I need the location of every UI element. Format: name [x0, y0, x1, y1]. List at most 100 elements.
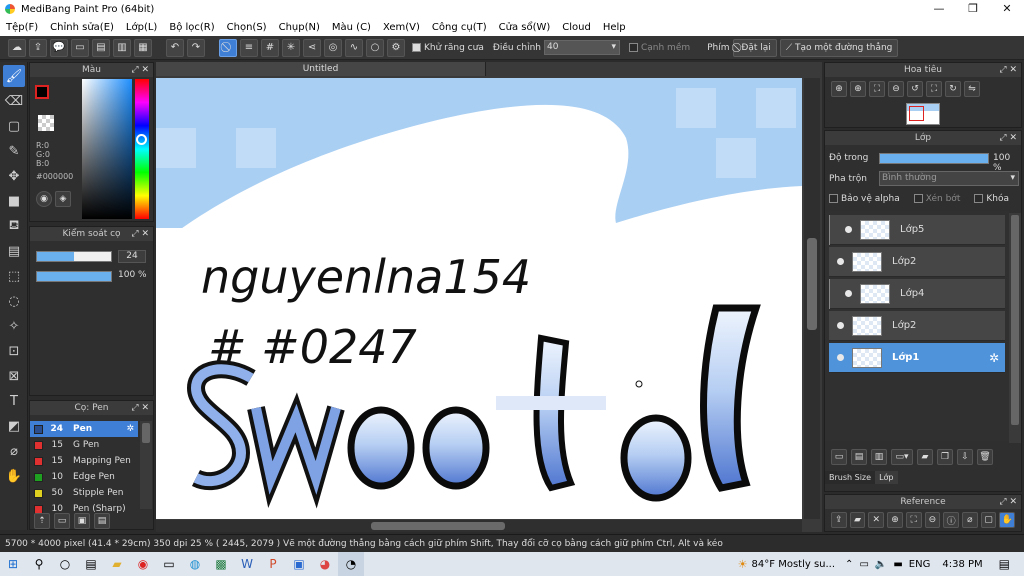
layer-visibility-icon[interactable] — [837, 258, 844, 265]
photos-icon[interactable]: ▣ — [286, 552, 312, 576]
zoom-in-icon[interactable]: ⊕ — [831, 81, 847, 97]
layer-settings-gear-icon[interactable]: ✲ — [989, 351, 999, 365]
brush-list-item[interactable]: 24 Pen ✲ — [30, 421, 138, 437]
ref-zoom-in-icon[interactable]: ⊕ — [887, 512, 903, 528]
adjust-dropdown[interactable]: 40 ▾ — [543, 40, 620, 55]
hue-slider[interactable] — [135, 79, 149, 219]
new-brush-icon[interactable]: ▭ — [54, 513, 70, 529]
search-icon[interactable]: ⚲ — [26, 552, 52, 576]
rotate-left-icon[interactable]: ↺ — [907, 81, 923, 97]
snap-settings-icon[interactable]: ⚙ — [387, 38, 405, 57]
menu-filter[interactable]: Bộ lọc(R) — [163, 22, 220, 33]
brush-size-value[interactable]: 24 — [118, 250, 146, 263]
undo-icon[interactable]: ↶ — [166, 38, 184, 57]
protect-alpha-option[interactable]: Bảo vệ alpha — [829, 194, 900, 204]
menu-tools[interactable]: Công cụ(T) — [426, 22, 493, 33]
panel-close-icon[interactable]: ⤢ ✕ — [999, 131, 1017, 145]
blend-dropdown[interactable]: Bình thường ▾ — [879, 171, 1019, 186]
word-icon[interactable]: W — [234, 552, 260, 576]
fullscreen-icon[interactable]: ⛶ — [926, 81, 942, 97]
brush-list-item[interactable]: 10 Edge Pen — [30, 469, 138, 485]
snap-grid-icon[interactable]: # — [261, 38, 279, 57]
brush-settings-gear-icon[interactable]: ✲ — [126, 424, 134, 434]
grid-icon[interactable]: ▦ — [134, 38, 152, 57]
file-explorer-icon[interactable]: ▰ — [104, 552, 130, 576]
minimize-icon[interactable]: — — [922, 0, 956, 18]
layer-row[interactable]: Lớp2 — [829, 247, 1005, 277]
gradient-tool-icon[interactable]: ▤ — [3, 240, 25, 262]
chrome-icon[interactable]: ◕ — [312, 552, 338, 576]
hue-handle[interactable] — [136, 134, 147, 145]
new-layer-icon[interactable]: ▭ — [831, 449, 847, 465]
layer-visibility-icon[interactable] — [845, 290, 852, 297]
clock[interactable]: 4:38 PM — [942, 559, 982, 570]
layer-row[interactable]: Lớp1 ✲ — [829, 343, 1005, 373]
snap-perspective-icon[interactable]: ⋖ — [303, 38, 321, 57]
lasso-tool-icon[interactable]: ◌ — [3, 290, 25, 312]
snap-curve-icon[interactable]: ∿ — [345, 38, 363, 57]
palette-icon[interactable]: ◉ — [36, 191, 52, 207]
saturation-value-picker[interactable] — [82, 79, 132, 219]
menu-file[interactable]: Tệp(F) — [0, 22, 44, 33]
fill-rect-tool-icon[interactable]: ■ — [3, 190, 25, 212]
magic-wand-tool-icon[interactable]: ✧ — [3, 315, 25, 337]
panel-close-icon[interactable]: ⤢ ✕ — [131, 401, 149, 415]
clip-option[interactable]: Xén bớt — [913, 194, 960, 204]
language-indicator[interactable]: ENG — [909, 559, 931, 570]
brush-opacity-slider[interactable] — [36, 271, 112, 282]
cloud-icon[interactable]: ☁ — [8, 38, 26, 57]
add-brush-icon[interactable]: ⇡ — [34, 513, 50, 529]
snap-radial-icon[interactable]: ✳ — [282, 38, 300, 57]
divide-tool-icon[interactable]: ◩ — [3, 415, 25, 437]
edge-icon[interactable]: ◍ — [182, 552, 208, 576]
smooth-option[interactable]: Cạnh mềm — [628, 42, 690, 53]
ref-fit-icon[interactable]: ⛶ — [905, 512, 922, 528]
cortana-icon[interactable]: ○ — [52, 552, 78, 576]
network-icon[interactable]: ▭ — [859, 559, 868, 570]
pages-icon[interactable]: ▥ — [113, 38, 131, 57]
ref-hand-icon[interactable]: ✋ — [999, 512, 1016, 528]
zoom-in-2-icon[interactable]: ⊕ — [850, 81, 866, 97]
select-eraser-tool-icon[interactable]: ⊠ — [3, 365, 25, 387]
add-layer-menu-icon[interactable]: ▭▾ — [891, 449, 913, 465]
layer-scrollbar[interactable] — [1009, 213, 1021, 443]
excel-icon[interactable]: ▩ — [208, 552, 234, 576]
move-tool-icon[interactable]: ✥ — [3, 165, 25, 187]
medibang-icon[interactable]: ◔ — [338, 552, 364, 576]
close-ref-icon[interactable]: ✕ — [868, 512, 885, 528]
hand-tool-icon[interactable]: ✋ — [3, 465, 25, 487]
document-tab[interactable]: Untitled — [156, 62, 486, 76]
delete-layer-icon[interactable]: 🗑 — [977, 449, 993, 465]
powerpoint-icon[interactable]: P — [260, 552, 286, 576]
notification-icon[interactable]: ▤ — [999, 557, 1010, 571]
tab-layer[interactable]: Lớp — [875, 471, 898, 484]
brush-tool-icon[interactable]: 🖌 — [3, 65, 25, 87]
fit-icon[interactable]: ⛶ — [869, 81, 885, 97]
panel-close-icon[interactable]: ⤢ ✕ — [131, 227, 149, 241]
eyedropper-tool-icon[interactable]: ⌀ — [3, 440, 25, 462]
menu-select[interactable]: Chọn(S) — [221, 22, 273, 33]
cloud-upload-icon[interactable]: ⇪ — [831, 512, 847, 528]
transparent-color-icon[interactable] — [38, 115, 54, 131]
tab-brush-size[interactable]: Brush Size — [825, 471, 876, 484]
menu-window[interactable]: Cửa sổ(W) — [493, 22, 557, 33]
new-layer-2-icon[interactable]: ▤ — [851, 449, 867, 465]
canvas-horizontal-scrollbar[interactable] — [156, 520, 802, 532]
brush-settings-icon[interactable]: ▤ — [94, 513, 110, 529]
color-pick-icon[interactable]: ◈ — [55, 191, 71, 207]
maximize-icon[interactable]: ❐ — [956, 0, 990, 18]
text-tool-icon[interactable]: T — [3, 390, 25, 412]
chat-icon[interactable]: ▭ — [71, 38, 89, 57]
copy-brush-icon[interactable]: ▣ — [74, 513, 90, 529]
rect-tool-icon[interactable]: ▢ — [3, 115, 25, 137]
redo-icon[interactable]: ↷ — [187, 38, 205, 57]
page-icon[interactable]: ▤ — [92, 38, 110, 57]
foreground-color[interactable] — [35, 85, 49, 99]
antialias-option[interactable]: Khử răng cưa — [412, 42, 484, 53]
snap-circle-icon[interactable]: ○ — [366, 38, 384, 57]
windows-start-icon[interactable]: ⊞ — [0, 552, 26, 576]
layer-row[interactable]: Lớp2 — [829, 311, 1005, 341]
ref-eyedropper-icon[interactable]: ⌀ — [961, 512, 978, 528]
tray-arrow-icon[interactable]: ⌃ — [845, 559, 853, 570]
ref-info-icon[interactable]: ⓘ — [943, 512, 959, 528]
